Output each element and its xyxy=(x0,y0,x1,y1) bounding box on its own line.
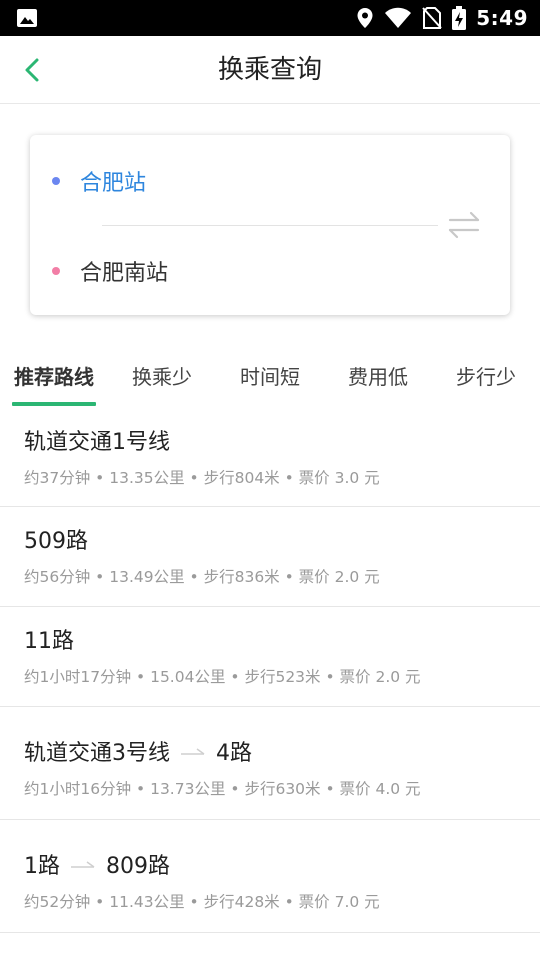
transfer-arrow-icon xyxy=(71,861,95,868)
route-item[interactable]: 轨道交通1号线 约37分钟 • 13.35公里 • 步行804米 • 票价 3.… xyxy=(0,407,540,507)
route-meta: 约1小时17分钟 • 15.04公里 • 步行523米 • 票价 2.0 元 xyxy=(24,668,421,686)
tab-least-walking[interactable]: 步行少 xyxy=(446,350,526,406)
route-meta: 约52分钟 • 11.43公里 • 步行428米 • 票价 7.0 元 xyxy=(24,893,380,911)
tab-recommended[interactable]: 推荐路线 xyxy=(8,350,100,406)
wifi-icon xyxy=(385,7,412,28)
route-segment: 809路 xyxy=(106,854,170,879)
route-name: 轨道交通3号线 4路 xyxy=(24,707,540,767)
origin-field[interactable]: 合肥站 xyxy=(52,161,146,201)
image-icon xyxy=(17,9,37,27)
route-query-card: 合肥站 合肥南站 xyxy=(30,135,510,315)
back-button[interactable] xyxy=(16,52,52,88)
divider xyxy=(102,225,438,226)
route-meta: 约56分钟 • 13.49公里 • 步行836米 • 票价 2.0 元 xyxy=(24,568,380,586)
status-bar: 5:49 xyxy=(0,0,540,36)
swap-arrows-icon xyxy=(448,211,480,239)
chevron-left-icon xyxy=(25,58,39,82)
route-name: 509路 xyxy=(24,507,540,555)
route-meta: 约1小时16分钟 • 13.73公里 • 步行630米 • 票价 4.0 元 xyxy=(24,780,421,798)
location-icon xyxy=(357,8,373,28)
route-list: 轨道交通1号线 约37分钟 • 13.35公里 • 步行804米 • 票价 3.… xyxy=(0,407,540,933)
route-segment: 轨道交通1号线 xyxy=(24,430,170,455)
destination-field[interactable]: 合肥南站 xyxy=(52,251,168,291)
tab-lowest-cost[interactable]: 费用低 xyxy=(338,350,418,406)
status-time: 5:49 xyxy=(476,6,528,30)
tab-fewer-transfers[interactable]: 换乘少 xyxy=(122,350,202,406)
page-title: 换乘查询 xyxy=(217,55,322,85)
route-item[interactable]: 1路 809路 约52分钟 • 11.43公里 • 步行428米 • 票价 7.… xyxy=(0,820,540,933)
transfer-arrow-icon xyxy=(181,748,205,755)
route-segment: 11路 xyxy=(24,629,74,654)
route-segment: 509路 xyxy=(24,529,88,554)
route-segment: 轨道交通3号线 xyxy=(24,741,170,766)
app-bar: 换乘查询 xyxy=(0,36,540,104)
no-sim-icon xyxy=(422,7,442,29)
route-name: 轨道交通1号线 xyxy=(24,407,540,456)
route-name: 1路 809路 xyxy=(24,820,540,880)
origin-dot xyxy=(52,177,60,185)
route-meta: 约37分钟 • 13.35公里 • 步行804米 • 票价 3.0 元 xyxy=(24,469,380,487)
origin-label: 合肥站 xyxy=(80,171,147,196)
route-segment: 4路 xyxy=(216,741,252,766)
tab-shortest-time[interactable]: 时间短 xyxy=(230,350,310,406)
route-segment: 1路 xyxy=(24,854,60,879)
sort-tabs: 推荐路线 换乘少 时间短 费用低 步行少 xyxy=(0,350,540,406)
route-name: 11路 xyxy=(24,607,540,655)
route-item[interactable]: 11路 约1小时17分钟 • 15.04公里 • 步行523米 • 票价 2.0… xyxy=(0,607,540,707)
battery-charging-icon xyxy=(452,6,467,30)
route-item[interactable]: 轨道交通3号线 4路 约1小时16分钟 • 13.73公里 • 步行630米 •… xyxy=(0,707,540,820)
destination-label: 合肥南站 xyxy=(80,261,169,286)
active-tab-indicator xyxy=(12,402,96,406)
destination-dot xyxy=(52,267,60,275)
swap-button[interactable] xyxy=(444,209,484,241)
route-item[interactable]: 509路 约56分钟 • 13.49公里 • 步行836米 • 票价 2.0 元 xyxy=(0,507,540,607)
